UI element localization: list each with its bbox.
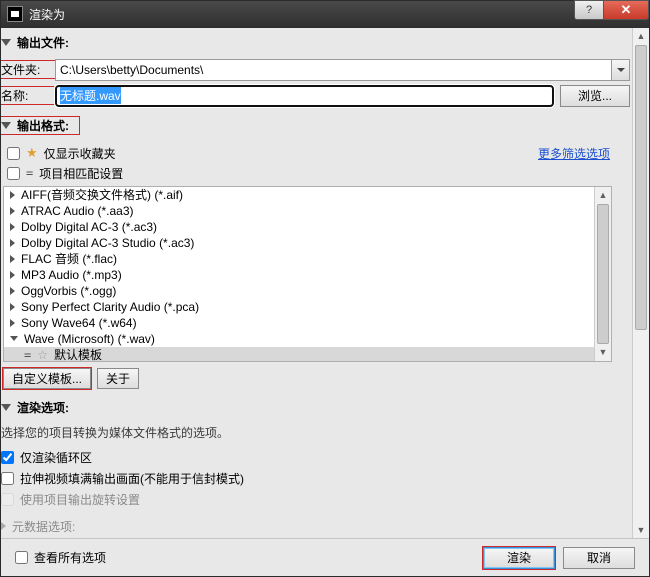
content-area: 输出文件: 文件夹: C:\Users\betty\Documents\ 名称:… [1,28,649,538]
scroll-up-icon[interactable]: ▲ [595,187,611,204]
chevron-down-icon [1,404,11,411]
footer: 查看所有选项 渲染 取消 [1,538,649,576]
titlebar: 渲染为 ? ✕ [1,1,649,28]
chevron-down-icon [1,39,11,46]
browse-button[interactable]: 浏览... [560,85,630,107]
scroll-down-icon[interactable]: ▼ [633,521,649,538]
chevron-down-icon [10,336,18,341]
equals-icon: = [24,348,31,362]
format-item[interactable]: ATRAC Audio (*.aa3) [4,203,611,219]
chevron-right-icon [1,522,6,530]
chevron-down-icon [617,68,625,72]
window-title: 渲染为 [29,6,575,23]
section-output-format[interactable]: 输出格式: [1,117,79,134]
close-button[interactable]: ✕ [603,0,649,20]
format-item[interactable]: Dolby Digital AC-3 (*.ac3) [4,219,611,235]
chevron-right-icon [10,271,15,279]
section-output-file[interactable]: 输出文件: [1,34,630,51]
match-project-label: 项目相匹配设置 [39,165,123,182]
filename-input[interactable] [55,85,554,107]
chevron-right-icon [10,239,15,247]
format-item[interactable]: FLAC 音频 (*.flac) [4,251,611,267]
folder-path-display: C:\Users\betty\Documents\ [55,59,612,81]
format-item[interactable]: Dolby Digital AC-3 Studio (*.ac3) [4,235,611,251]
use-rotation-checkbox [1,493,14,506]
render-button[interactable]: 渲染 [483,547,555,569]
custom-template-button[interactable]: 自定义模板... [3,368,91,389]
scroll-up-icon[interactable]: ▲ [633,28,649,45]
render-as-dialog: 渲染为 ? ✕ 输出文件: 文件夹: C:\Users\betty\Docume… [0,0,650,577]
equals-icon: = [26,166,33,180]
cancel-button[interactable]: 取消 [563,547,635,569]
name-label: 名称: [1,87,55,104]
content-scrollbar[interactable]: ▲ ▼ [632,28,649,538]
format-item[interactable]: AIFF(音频交换文件格式) (*.aif) [4,187,611,203]
star-outline-icon: ☆ [37,348,48,362]
help-button[interactable]: ? [574,0,604,20]
chevron-down-icon [1,122,11,129]
chevron-right-icon [10,255,15,263]
chevron-right-icon [10,287,15,295]
stretch-video-label: 拉伸视频填满输出画面(不能用于信封模式) [20,470,244,487]
chevron-right-icon [10,303,15,311]
match-project-checkbox[interactable] [7,167,20,180]
show-favorites-label: 仅显示收藏夹 [44,145,116,162]
more-filter-link[interactable]: 更多筛选选项 [538,145,610,162]
view-all-options-checkbox[interactable] [15,551,28,564]
section-metadata[interactable]: 元数据选项: [1,518,630,535]
template-default[interactable]: = ☆ 默认模板 [4,347,611,362]
section-render-options[interactable]: 渲染选项: [1,399,630,416]
format-item[interactable]: OggVorbis (*.ogg) [4,283,611,299]
chevron-right-icon [10,319,15,327]
format-list: AIFF(音频交换文件格式) (*.aif) ATRAC Audio (*.aa… [3,186,612,362]
scrollbar-thumb[interactable] [597,204,609,344]
format-item[interactable]: MP3 Audio (*.mp3) [4,267,611,283]
loop-region-label: 仅渲染循环区 [20,449,92,466]
star-icon: ★ [26,145,38,161]
use-rotation-label: 使用项目输出旋转设置 [20,491,140,508]
stretch-video-checkbox[interactable] [1,472,14,485]
scrollbar-thumb[interactable] [635,45,647,331]
show-favorites-checkbox[interactable] [7,147,20,160]
format-item[interactable]: Sony Wave64 (*.w64) [4,315,611,331]
scroll-down-icon[interactable]: ▼ [595,344,611,361]
chevron-right-icon [10,207,15,215]
folder-label: 文件夹: [1,61,55,78]
loop-region-checkbox[interactable] [1,451,14,464]
format-item-wave[interactable]: Wave (Microsoft) (*.wav) [4,331,611,347]
about-button[interactable]: 关于 [97,368,139,389]
chevron-right-icon [10,191,15,199]
format-item[interactable]: Sony Perfect Clarity Audio (*.pca) [4,299,611,315]
format-list-scrollbar[interactable]: ▲ ▼ [594,187,611,361]
app-icon [7,6,23,22]
chevron-right-icon [10,223,15,231]
folder-dropdown-button[interactable] [612,59,630,81]
view-all-options-label: 查看所有选项 [34,549,106,566]
render-options-desc: 选择您的项目转换为媒体文件格式的选项。 [1,424,630,441]
